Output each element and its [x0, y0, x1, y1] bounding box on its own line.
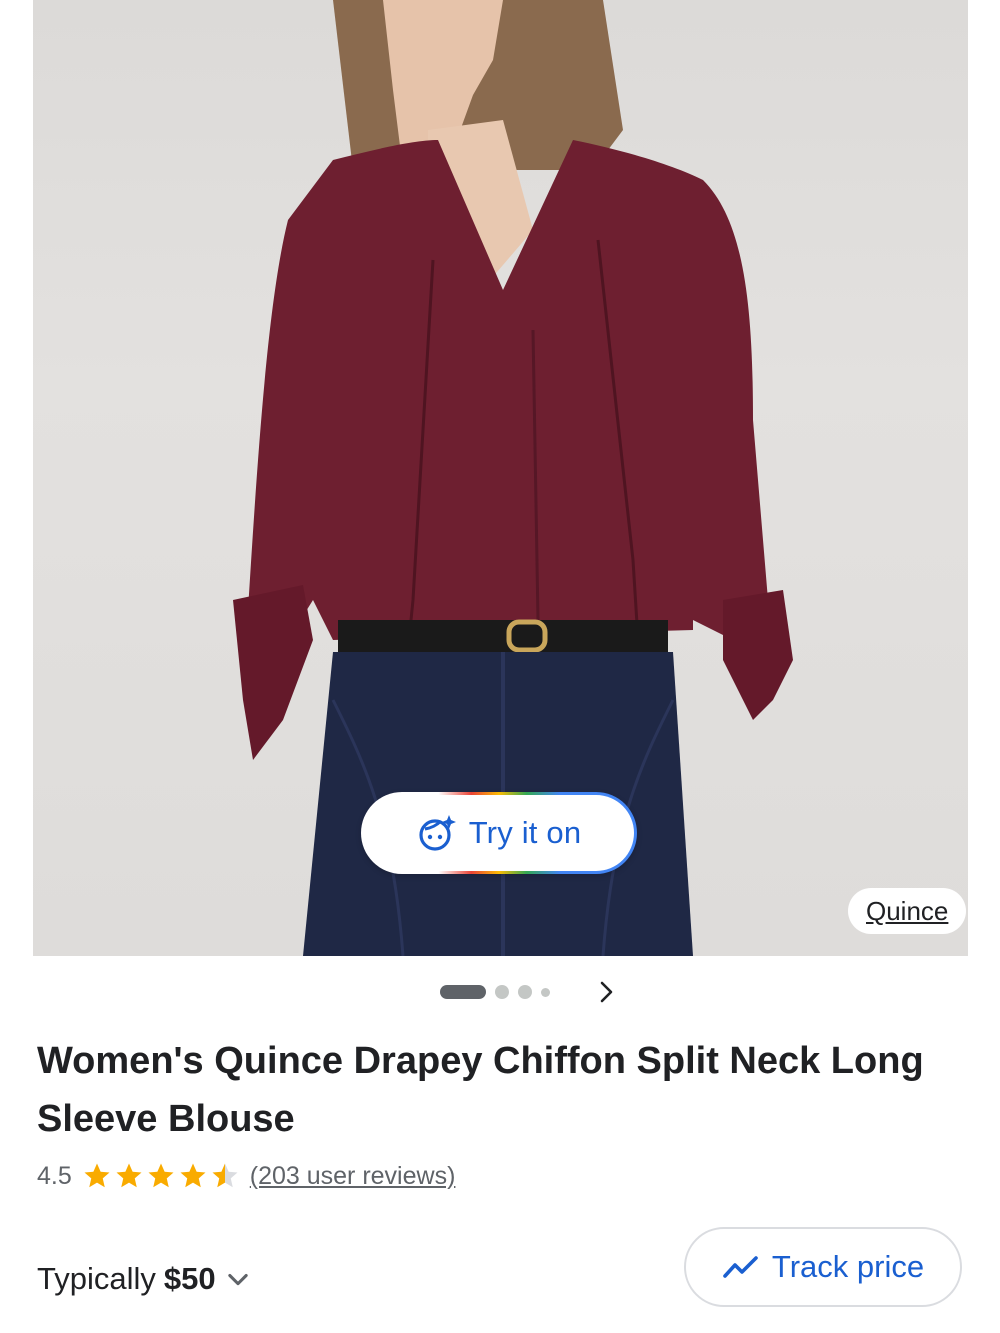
trending-line-icon: [723, 1256, 758, 1278]
rating-value: 4.5: [37, 1161, 72, 1190]
carousel-dot[interactable]: [541, 987, 550, 997]
chevron-right-icon[interactable]: [594, 980, 618, 1004]
merchant-chip[interactable]: Quince: [848, 888, 967, 934]
carousel-indicators: [440, 984, 550, 1000]
star-full-icon: [180, 1163, 206, 1188]
price-value: $50: [163, 1261, 216, 1296]
try-it-on-label: Try it on: [468, 815, 582, 850]
price-prefix: Typically: [37, 1261, 156, 1296]
star-full-icon: [84, 1163, 110, 1188]
star-full-icon: [148, 1163, 174, 1188]
product-title: Women's Quince Drapey Chiffon Split Neck…: [37, 1040, 924, 1140]
carousel-dot[interactable]: [518, 985, 532, 999]
try-it-on-button[interactable]: Try it on: [361, 792, 637, 874]
rating-row: 4.5 (203 user reviews): [37, 1158, 455, 1194]
chevron-down-icon: [227, 1273, 248, 1286]
carousel-dot[interactable]: [495, 985, 509, 999]
track-price-button[interactable]: Track price: [684, 1227, 962, 1307]
reviews-link[interactable]: (203 user reviews): [250, 1162, 456, 1191]
track-price-label: Track price: [771, 1249, 925, 1284]
carousel-dot-active[interactable]: [440, 985, 486, 999]
product-image-carousel[interactable]: Try it on Quince: [0, 0, 1000, 956]
star-half-icon: [212, 1163, 238, 1188]
typical-price-dropdown[interactable]: Typically $50: [37, 1258, 252, 1300]
face-sparkle-icon: [419, 815, 456, 851]
star-full-icon: [116, 1163, 142, 1188]
star-rating: [82, 1161, 240, 1191]
